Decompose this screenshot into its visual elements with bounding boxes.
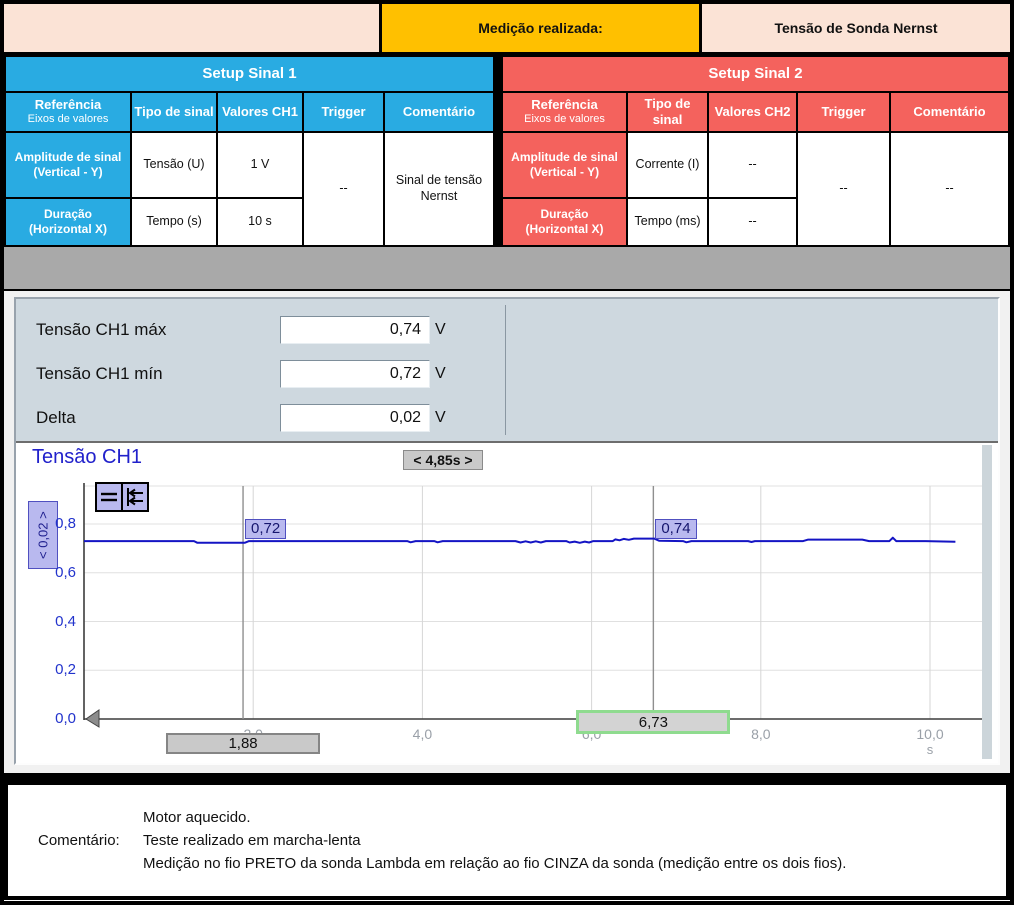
setup2-comment-value: -- — [891, 133, 1008, 245]
ch1-min-unit: V — [435, 365, 446, 383]
delta-label: Delta — [36, 408, 280, 428]
point-value-label: 0,72 — [245, 519, 286, 539]
app-window: Medição realizada: Tensão de Sonda Nerns… — [0, 0, 1014, 905]
comment-text: Motor aquecido. Teste realizado em march… — [143, 806, 846, 875]
y-tick-label: 0,4 — [34, 613, 76, 630]
time-span-readout: < 4,85s > — [403, 450, 483, 470]
y-tick-label: 0,6 — [34, 564, 76, 581]
setup2-ref-header: Referência Eixos de valores — [503, 93, 626, 131]
setup2-duracao-ref: Duração (Horizontal X) — [503, 199, 626, 245]
horizontal-cursors-button[interactable] — [95, 482, 123, 512]
setup2-amplitude-tipo: Corrente (I) — [628, 133, 707, 197]
chart-toolbar — [95, 482, 149, 512]
comment-label: Comentário: — [38, 832, 143, 849]
zero-level-marker-icon — [86, 710, 99, 727]
snap-cursors-left-button[interactable] — [121, 482, 149, 512]
plot-area[interactable] — [16, 443, 998, 765]
setup1-comment-value: Sinal de tensão Nernst — [385, 133, 493, 245]
setup1-amplitude-ref: Amplitude de sinal (Vertical - Y) — [6, 133, 130, 197]
setup1-ref-header: Referência Eixos de valores — [6, 93, 130, 131]
separator-bar — [4, 247, 1010, 291]
x-axis-unit: s — [904, 742, 956, 757]
y-tick-label: 0,0 — [34, 710, 76, 727]
cursor-readout-box[interactable]: 6,73 — [576, 710, 730, 734]
setup2-col-trigger: Trigger — [798, 93, 889, 131]
measurement-name: Tensão de Sonda Nernst — [702, 4, 1010, 52]
setup-tables: Setup Sinal 1 Referência Eixos de valore… — [4, 55, 1010, 247]
setup1-col-trigger: Trigger — [304, 93, 383, 131]
setup2-amplitude-valor: -- — [709, 133, 796, 197]
setup1-trigger-value: -- — [304, 133, 383, 245]
setup1-duracao-tipo: Tempo (s) — [132, 199, 216, 245]
waveform-ch1 — [84, 538, 955, 543]
measurements-panel: Tensão CH1 máx 0,74 V Tensão CH1 mín 0,7… — [16, 299, 998, 441]
setup1-duracao-ref: Duração (Horizontal X) — [6, 199, 130, 245]
cursor-readout-box[interactable]: 1,88 — [166, 733, 320, 754]
setup-signal-2-table: Setup Sinal 2 Referência Eixos de valore… — [501, 55, 1010, 247]
y-tick-label: 0,2 — [34, 661, 76, 678]
ch1-max-label: Tensão CH1 máx — [36, 320, 280, 340]
setup2-duracao-tipo: Tempo (ms) — [628, 199, 707, 245]
delta-unit: V — [435, 409, 446, 427]
main-panel: Tensão CH1 máx 0,74 V Tensão CH1 mín 0,7… — [4, 291, 1010, 773]
setup2-col-valores: Valores CH2 — [709, 93, 796, 131]
voltage-span-readout: < 0,02 > — [28, 501, 58, 569]
setup2-duracao-valor: -- — [709, 199, 796, 245]
x-tick-label: 10,0 — [904, 726, 956, 742]
double-left-arrow-icon — [124, 485, 146, 509]
chart-title: Tensão CH1 — [32, 446, 142, 469]
measurement-row-delta: Delta 0,02 V — [36, 397, 998, 439]
delta-field[interactable]: 0,02 — [280, 404, 430, 432]
ch1-max-unit: V — [435, 321, 446, 339]
waveform-chart[interactable]: Tensão CH1 < 4,85s > < 0,02 > — [16, 441, 998, 763]
setup1-col-comentario: Comentário — [385, 93, 493, 131]
setup2-trigger-value: -- — [798, 133, 889, 245]
setup2-amplitude-ref: Amplitude de sinal (Vertical - Y) — [503, 133, 626, 197]
setup2-col-comentario: Comentário — [891, 93, 1008, 131]
comment-section: Comentário: Motor aquecido. Teste realiz… — [4, 785, 1010, 900]
setup2-col-tipo: Tipo de sinal — [628, 93, 707, 131]
y-tick-label: 0,8 — [34, 515, 76, 532]
header-blank-cell — [4, 4, 382, 52]
setup2-banner: Setup Sinal 2 — [503, 57, 1008, 91]
x-tick-label: 8,0 — [735, 726, 787, 742]
setup1-banner: Setup Sinal 1 — [6, 57, 493, 91]
horizontal-lines-icon — [98, 485, 120, 509]
setup1-amplitude-tipo: Tensão (U) — [132, 133, 216, 197]
point-value-label: 0,74 — [655, 519, 696, 539]
measurement-row-min: Tensão CH1 mín 0,72 V — [36, 353, 998, 395]
measurement-row-max: Tensão CH1 máx 0,74 V — [36, 309, 998, 351]
setup1-amplitude-valor: 1 V — [218, 133, 302, 197]
top-header-row: Medição realizada: Tensão de Sonda Nerns… — [4, 4, 1010, 55]
setup-signal-1-table: Setup Sinal 1 Referência Eixos de valore… — [4, 55, 501, 247]
setup1-col-valores: Valores CH1 — [218, 93, 302, 131]
bottom-separator — [4, 773, 1010, 785]
ch1-min-field[interactable]: 0,72 — [280, 360, 430, 388]
right-scroll-strip[interactable] — [982, 445, 992, 759]
ch1-min-label: Tensão CH1 mín — [36, 364, 280, 384]
panel-divider — [505, 305, 506, 435]
setup1-col-tipo: Tipo de sinal — [132, 93, 216, 131]
scope-panel: Tensão CH1 máx 0,74 V Tensão CH1 mín 0,7… — [14, 297, 1000, 765]
ch1-max-field[interactable]: 0,74 — [280, 316, 430, 344]
setup1-duracao-valor: 10 s — [218, 199, 302, 245]
measurement-performed-label: Medição realizada: — [382, 4, 702, 52]
x-tick-label: 4,0 — [396, 726, 448, 742]
